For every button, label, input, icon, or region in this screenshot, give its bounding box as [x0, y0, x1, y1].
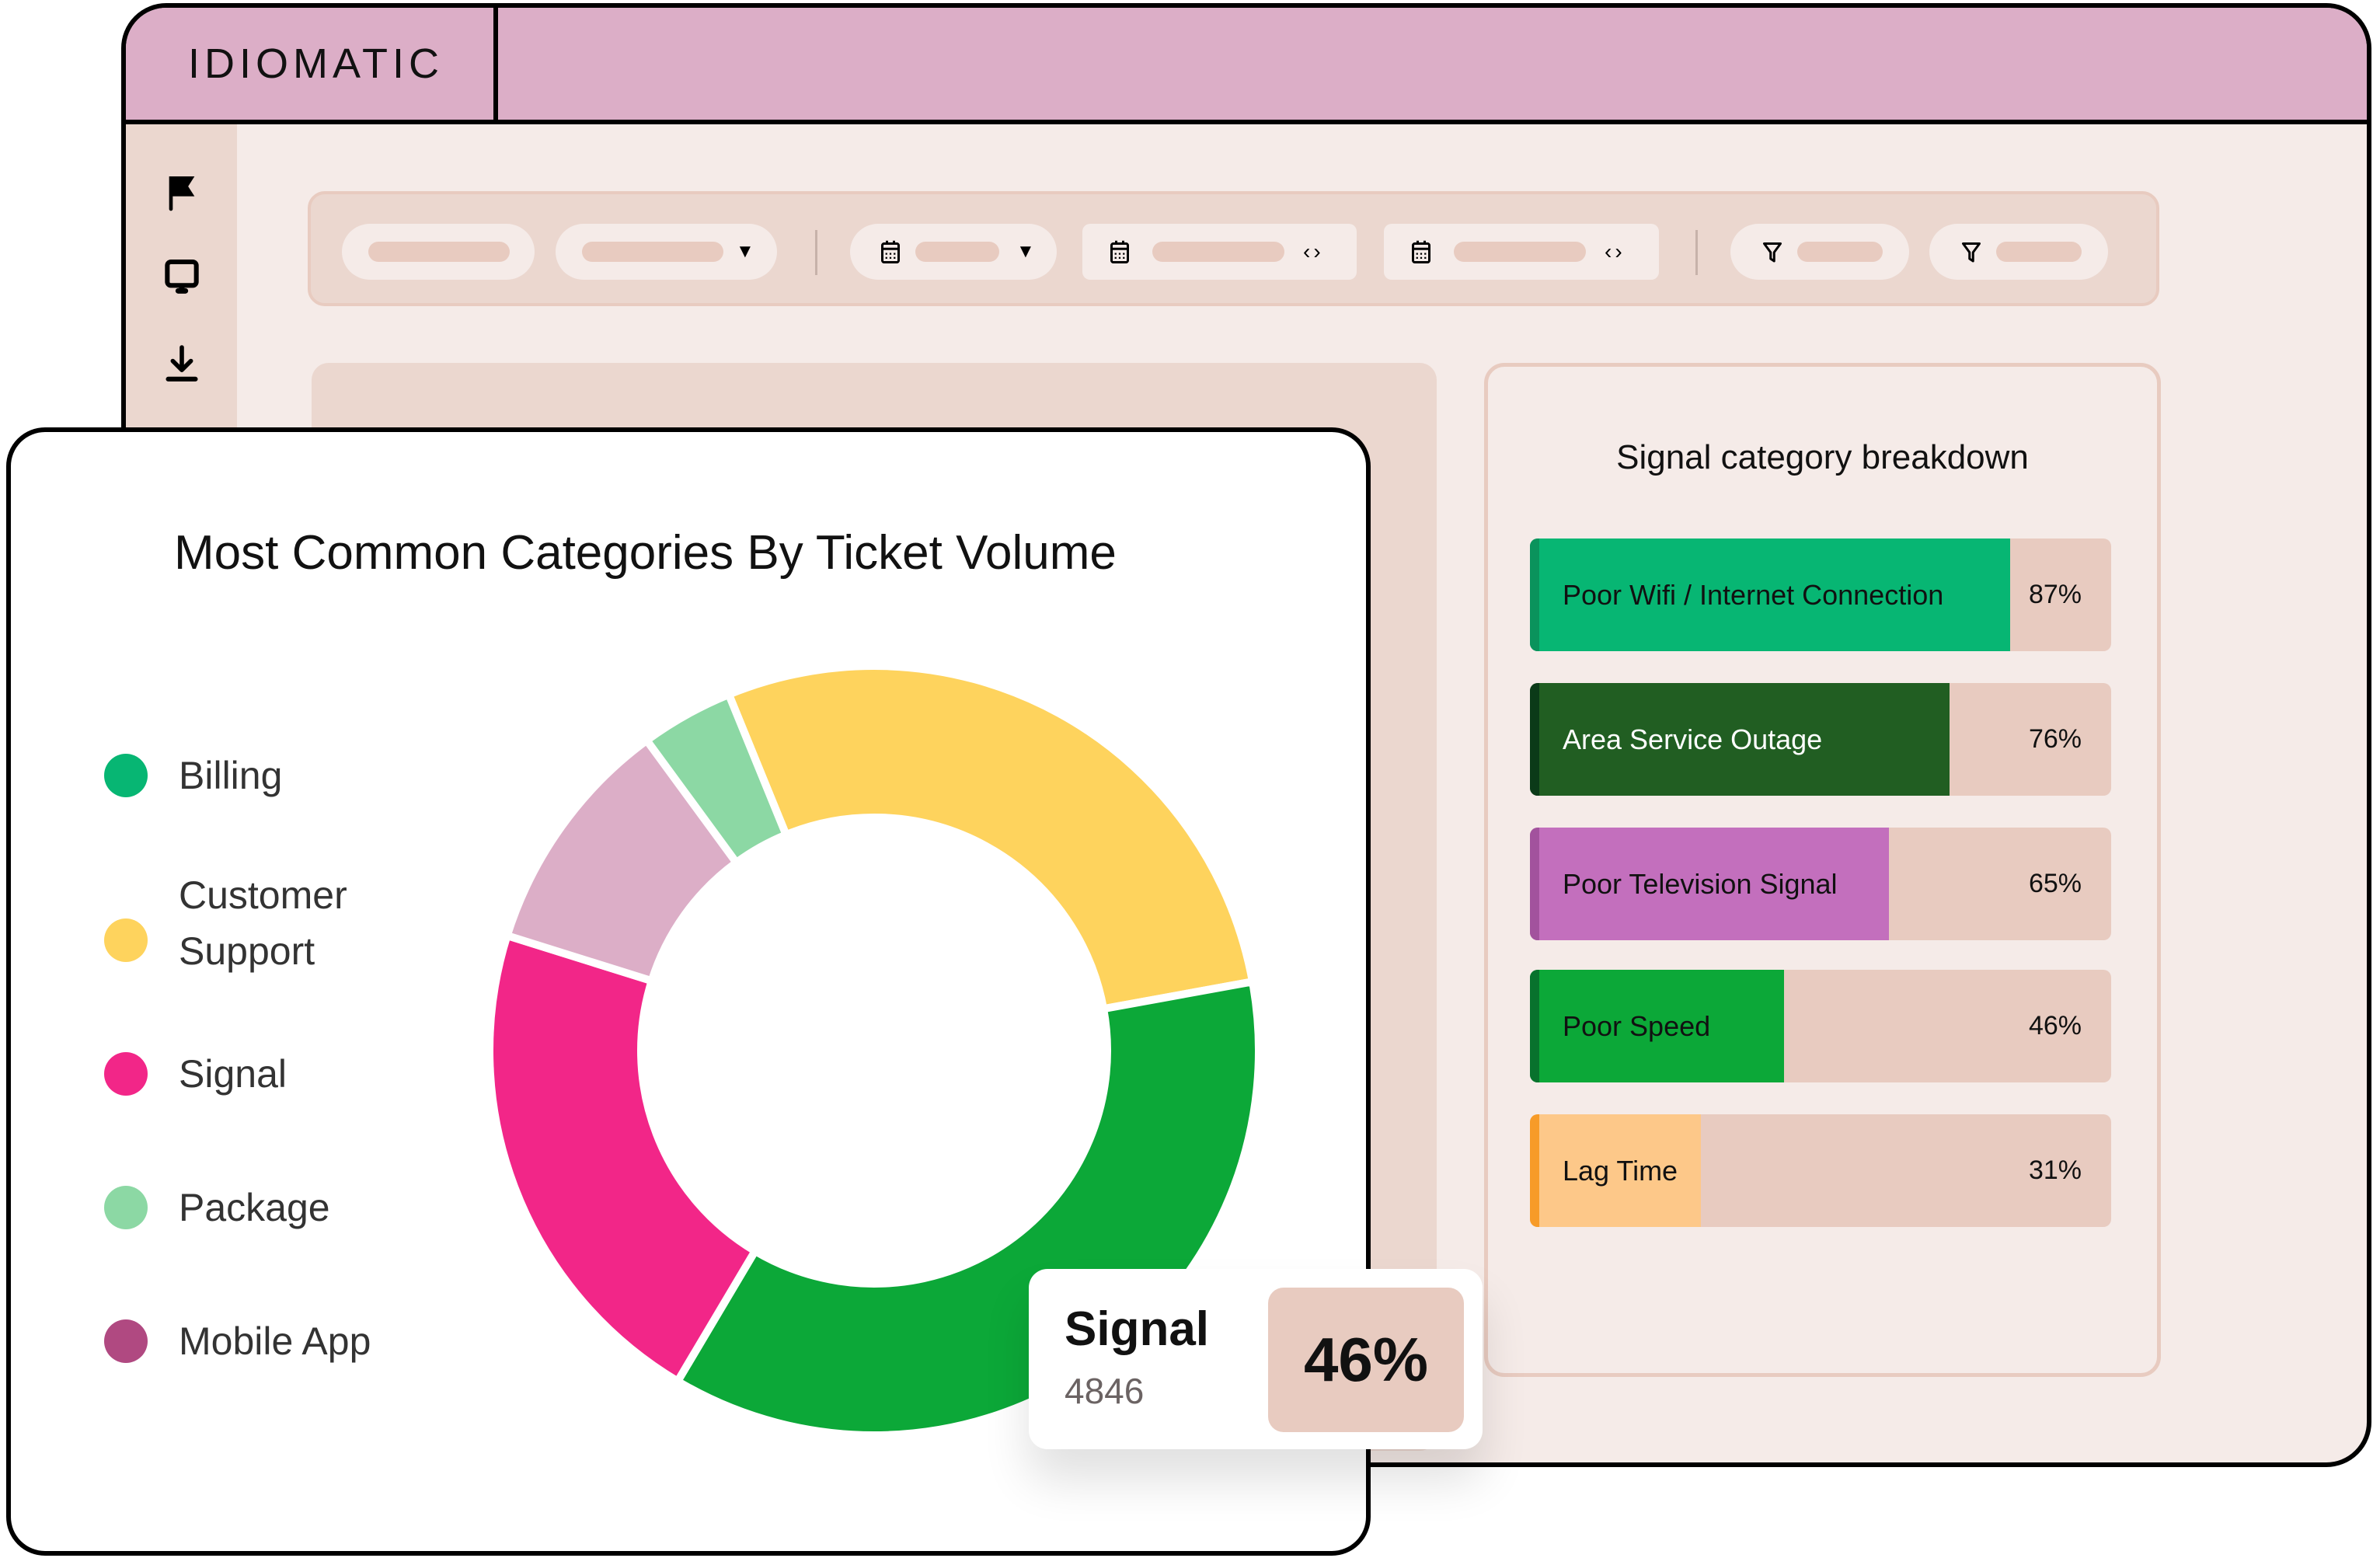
filter-chip[interactable]	[1929, 224, 2108, 280]
placeholder-bar	[1152, 242, 1284, 262]
bar-value: 76%	[2028, 724, 2082, 754]
chart-tooltip: Signal 4846 46%	[1029, 1269, 1483, 1449]
bar-value: 46%	[2028, 1011, 2082, 1040]
filter-pill[interactable]	[342, 224, 535, 280]
bar-accent	[1530, 683, 1539, 796]
tooltip-percent-badge: 46%	[1268, 1288, 1464, 1432]
funnel-icon	[1758, 238, 1786, 266]
placeholder-bar	[582, 242, 723, 262]
breakdown-row[interactable]: Poor Television Signal 65%	[1530, 828, 2111, 940]
bar-accent	[1530, 539, 1539, 651]
sidebar-item-download[interactable]	[160, 342, 204, 385]
filter-divider	[1695, 230, 1698, 275]
sidebar-item-monitor[interactable]	[160, 256, 204, 300]
breakdown-row[interactable]: Poor Speed 46%	[1530, 970, 2111, 1082]
filter-divider	[815, 230, 817, 275]
bar-accent	[1530, 828, 1539, 940]
funnel-icon	[1957, 238, 1985, 266]
filter-bar: ▼ ▼ ‹› ‹›	[308, 191, 2159, 306]
placeholder-bar	[368, 242, 510, 262]
tooltip-count: 4846	[1065, 1371, 1145, 1411]
filter-dropdown[interactable]: ▼	[556, 224, 777, 280]
calendar-icon	[1407, 238, 1435, 266]
breakdown-row[interactable]: Poor Wifi / Internet Connection 87%	[1530, 539, 2111, 651]
date-dropdown[interactable]: ▼	[850, 224, 1057, 280]
bar-value: 65%	[2028, 869, 2082, 898]
calendar-icon	[876, 238, 904, 266]
prev-next-arrows-icon[interactable]: ‹›	[1605, 236, 1626, 267]
tooltip-category: Signal	[1065, 1302, 1210, 1356]
bar-label: Lag Time	[1563, 1155, 1678, 1187]
bar-accent	[1530, 970, 1539, 1082]
breakdown-row[interactable]: Lag Time 31%	[1530, 1114, 2111, 1227]
card-title: Signal category breakdown	[1616, 438, 2029, 476]
bar-label: Poor Wifi / Internet Connection	[1563, 579, 1944, 611]
caret-down-icon: ▼	[736, 241, 754, 262]
date-range-picker[interactable]: ‹›	[1384, 224, 1659, 280]
download-icon	[160, 342, 204, 385]
bar-accent	[1530, 1114, 1539, 1227]
app-logo[interactable]: IDIOMATIC	[188, 8, 444, 120]
bar-label: Poor Television Signal	[1563, 868, 1838, 900]
placeholder-bar	[915, 242, 999, 262]
signal-breakdown-card: Signal category breakdown Poor Wifi / In…	[1484, 363, 2161, 1377]
prev-next-arrows-icon[interactable]: ‹›	[1303, 236, 1324, 267]
app-header: IDIOMATIC	[126, 8, 2367, 124]
donut-slice-customer-support[interactable]	[723, 662, 1257, 1014]
bar-value: 87%	[2028, 580, 2082, 609]
donut-slice-signal[interactable]	[486, 930, 761, 1387]
calendar-icon	[1106, 238, 1134, 266]
placeholder-bar	[1454, 242, 1586, 262]
filter-chip[interactable]	[1730, 224, 1909, 280]
placeholder-bar	[1996, 242, 2082, 262]
bar-value: 31%	[2028, 1155, 2082, 1185]
tooltip-percent: 46%	[1303, 1325, 1429, 1394]
date-range-picker[interactable]: ‹›	[1082, 224, 1357, 280]
bar-label: Area Service Outage	[1563, 723, 1823, 755]
placeholder-bar	[1797, 242, 1883, 262]
flag-icon	[160, 171, 204, 214]
header-divider	[493, 8, 498, 124]
caret-down-icon: ▼	[1016, 241, 1035, 262]
breakdown-row[interactable]: Area Service Outage 76%	[1530, 683, 2111, 796]
bar-label: Poor Speed	[1563, 1010, 1711, 1042]
sidebar-item-flag[interactable]	[160, 171, 204, 214]
monitor-icon	[160, 256, 204, 300]
